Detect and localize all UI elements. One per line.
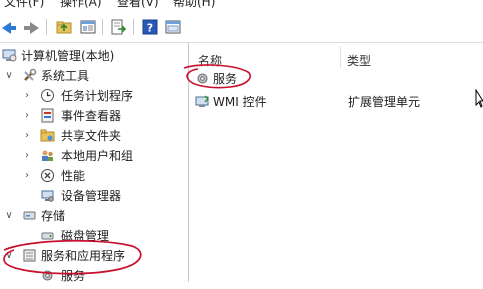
tree-label: 事件查看器 (61, 109, 122, 123)
chevron-right-icon[interactable]: › (22, 86, 32, 106)
tree-item-task-scheduler[interactable]: › 任务计划程序 (0, 86, 188, 106)
clock-icon (40, 88, 55, 103)
tree-item-system-tools[interactable]: ∨ 系统工具 (0, 66, 188, 86)
gear-icon (40, 268, 55, 283)
column-header-type[interactable]: 类型 (347, 52, 371, 69)
column-divider[interactable] (340, 46, 341, 68)
tree-label: 本地用户和组 (61, 149, 134, 163)
services-apps-icon (22, 248, 37, 263)
performance-icon (40, 168, 55, 183)
chevron-right-icon[interactable]: › (22, 106, 32, 126)
tree-label: 服务 (61, 269, 86, 283)
chevron-right-icon[interactable]: › (22, 166, 32, 186)
event-viewer-icon (40, 108, 55, 123)
column-header-name[interactable]: 名称 (198, 52, 222, 69)
tree-label: 服务和应用程序 (41, 249, 126, 263)
menu-action[interactable]: 操作(A) (60, 0, 102, 9)
shared-folder-icon (40, 128, 55, 143)
wmi-control-icon (195, 94, 210, 109)
details-list: 名称 类型 服务 WMI 控件 扩展管理单元 (189, 43, 483, 282)
gear-icon (195, 71, 210, 86)
disk-management-icon (40, 228, 55, 243)
chevron-down-icon[interactable]: ∨ (4, 66, 14, 86)
help-icon[interactable]: ? (142, 19, 158, 35)
tree-label: 设备管理器 (61, 189, 122, 203)
menu-bar: 文件(F) 操作(A) 查看(V) 帮助(H) (0, 0, 483, 10)
export-list-icon[interactable] (110, 19, 127, 35)
back-arrow-icon[interactable] (0, 10, 22, 42)
show-hide-tree-icon[interactable] (80, 19, 96, 35)
tree-item-shared-folders[interactable]: › 共享文件夹 (0, 126, 188, 146)
menu-view[interactable]: 查看(V) (117, 0, 159, 9)
toolbar-separator (133, 19, 134, 35)
toolbar: ? (0, 10, 483, 43)
toolbar-separator (46, 19, 47, 35)
tools-icon (22, 68, 37, 83)
storage-icon (22, 208, 37, 223)
tree-item-local-users-groups[interactable]: › 本地用户和组 (0, 146, 188, 166)
menu-file[interactable]: 文件(F) (4, 0, 44, 9)
tree-label: 系统工具 (41, 69, 90, 83)
users-icon (40, 148, 55, 163)
tree-item-event-viewer[interactable]: › 事件查看器 (0, 106, 188, 126)
tree-label: 存储 (41, 209, 66, 223)
list-item-services[interactable]: 服务 (193, 69, 478, 89)
tree-label: 性能 (61, 169, 86, 183)
tree-item-performance[interactable]: › 性能 (0, 166, 188, 186)
tree-item-computer-management[interactable]: 计算机管理(本地) (0, 46, 188, 66)
menu-help[interactable]: 帮助(H) (173, 0, 215, 9)
tree-label: 磁盘管理 (61, 229, 110, 243)
folder-up-icon[interactable] (56, 19, 72, 35)
tree-label: 共享文件夹 (61, 129, 122, 143)
chevron-right-icon[interactable]: › (22, 146, 32, 166)
forward-arrow-icon[interactable] (22, 10, 44, 42)
toolbar-separator (102, 19, 103, 35)
svg-text:?: ? (147, 22, 153, 35)
tree-item-services[interactable]: 服务 (0, 266, 188, 286)
computer-management-icon (2, 48, 17, 63)
list-item-name: WMI 控件 (213, 95, 267, 109)
list-item-type: 扩展管理单元 (348, 95, 421, 109)
tree-label: 计算机管理(本地) (21, 49, 115, 63)
tree-item-services-apps[interactable]: ∨ 服务和应用程序 (0, 246, 188, 266)
tree-item-disk-management[interactable]: 磁盘管理 (0, 226, 188, 246)
tree-item-storage[interactable]: ∨ 存储 (0, 206, 188, 226)
chevron-down-icon[interactable]: ∨ (4, 206, 14, 226)
tree-item-device-manager[interactable]: 设备管理器 (0, 186, 188, 206)
device-manager-icon (40, 188, 55, 203)
list-item-wmi-control[interactable]: WMI 控件 扩展管理单元 (193, 92, 478, 112)
chevron-right-icon[interactable]: › (22, 126, 32, 146)
chevron-down-icon[interactable]: ∨ (4, 246, 14, 266)
tree-label: 任务计划程序 (61, 89, 134, 103)
list-item-name: 服务 (213, 72, 238, 86)
properties-icon[interactable] (165, 19, 181, 35)
navigation-tree: 计算机管理(本地) ∨ 系统工具 › 任务计划程序 › 事件查看器 › 共享文件… (0, 43, 189, 283)
